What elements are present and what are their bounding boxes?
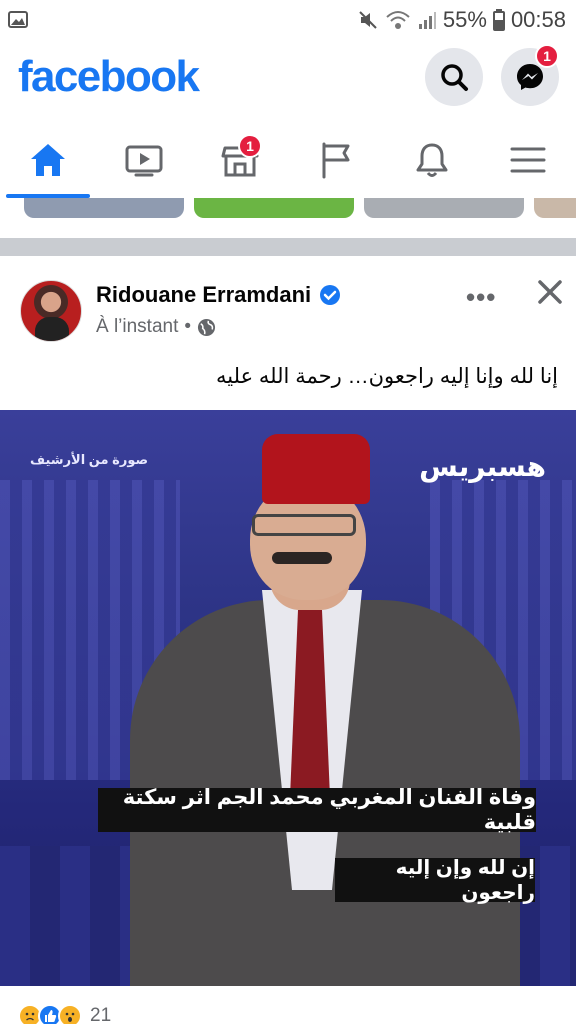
battery-percent: 55% — [442, 7, 487, 32]
reactions-summary[interactable]: 21 — [18, 1004, 111, 1024]
wow-reaction-icon — [58, 1004, 82, 1024]
person-glasses — [252, 514, 356, 536]
marketplace-badge: 1 — [238, 134, 262, 158]
clock: 00:58 — [510, 7, 566, 32]
video-icon — [125, 145, 163, 177]
avatar[interactable] — [20, 280, 82, 342]
tab-pages[interactable] — [288, 122, 384, 198]
signal-icon — [418, 12, 436, 29]
post-author[interactable]: Ridouane Erramdani — [96, 282, 341, 308]
tab-menu[interactable] — [480, 122, 576, 198]
story-card[interactable] — [534, 198, 576, 218]
person-mustache — [272, 552, 332, 564]
feed-divider — [0, 238, 576, 256]
news-subtitle: وفاة الفنان المغربي محمد الجم اثر سكتة ق… — [98, 786, 536, 834]
story-card[interactable] — [24, 198, 184, 218]
status-bar: 55% 00:58 — [0, 0, 576, 40]
gallery-icon — [8, 11, 28, 28]
verified-badge-icon — [320, 285, 341, 305]
tab-home[interactable] — [0, 122, 96, 198]
post-options-button[interactable]: ••• — [466, 282, 496, 313]
reaction-count[interactable]: 21 — [90, 1005, 111, 1024]
main-nav-tabs: 1 — [0, 122, 576, 198]
home-icon — [31, 144, 65, 176]
person-fez — [262, 434, 370, 504]
search-icon — [441, 64, 468, 91]
tab-notifications[interactable] — [384, 122, 480, 198]
bell-icon — [416, 143, 448, 177]
stories-strip[interactable] — [0, 198, 576, 224]
mute-icon — [359, 11, 377, 29]
hamburger-icon — [510, 147, 546, 173]
tab-marketplace[interactable]: 1 — [192, 122, 288, 198]
tab-watch[interactable] — [96, 122, 192, 198]
app-header: facebook 1 — [0, 40, 576, 122]
post-time[interactable]: À l’instant — [96, 316, 178, 338]
meta-separator: • — [184, 316, 192, 337]
story-card[interactable] — [194, 198, 354, 218]
news-subtitle-secondary: إن لله وإن إليه راجعون — [335, 857, 535, 904]
wifi-icon — [386, 11, 410, 29]
battery-icon — [492, 9, 505, 31]
post-caption: إنا لله وإنا إليه راجعون… رحمة الله عليه — [216, 365, 558, 388]
flag-icon — [322, 142, 350, 179]
search-button[interactable] — [425, 48, 483, 106]
archive-label: صورة من الأرشيف — [30, 452, 149, 467]
post-image[interactable]: صورة من الأرشيف هسبريس وفاة الفنان المغر… — [0, 410, 576, 986]
author-name[interactable]: Ridouane Erramdani — [96, 282, 311, 308]
messenger-button[interactable]: 1 — [501, 44, 559, 106]
facebook-logo[interactable]: facebook — [18, 52, 200, 102]
story-card[interactable] — [364, 198, 524, 218]
post-meta: À l’instant • — [96, 316, 216, 338]
close-icon[interactable] — [536, 278, 564, 306]
messenger-badge: 1 — [535, 44, 559, 68]
brand-watermark: هسبريس — [419, 451, 546, 482]
globe-icon — [197, 318, 216, 336]
